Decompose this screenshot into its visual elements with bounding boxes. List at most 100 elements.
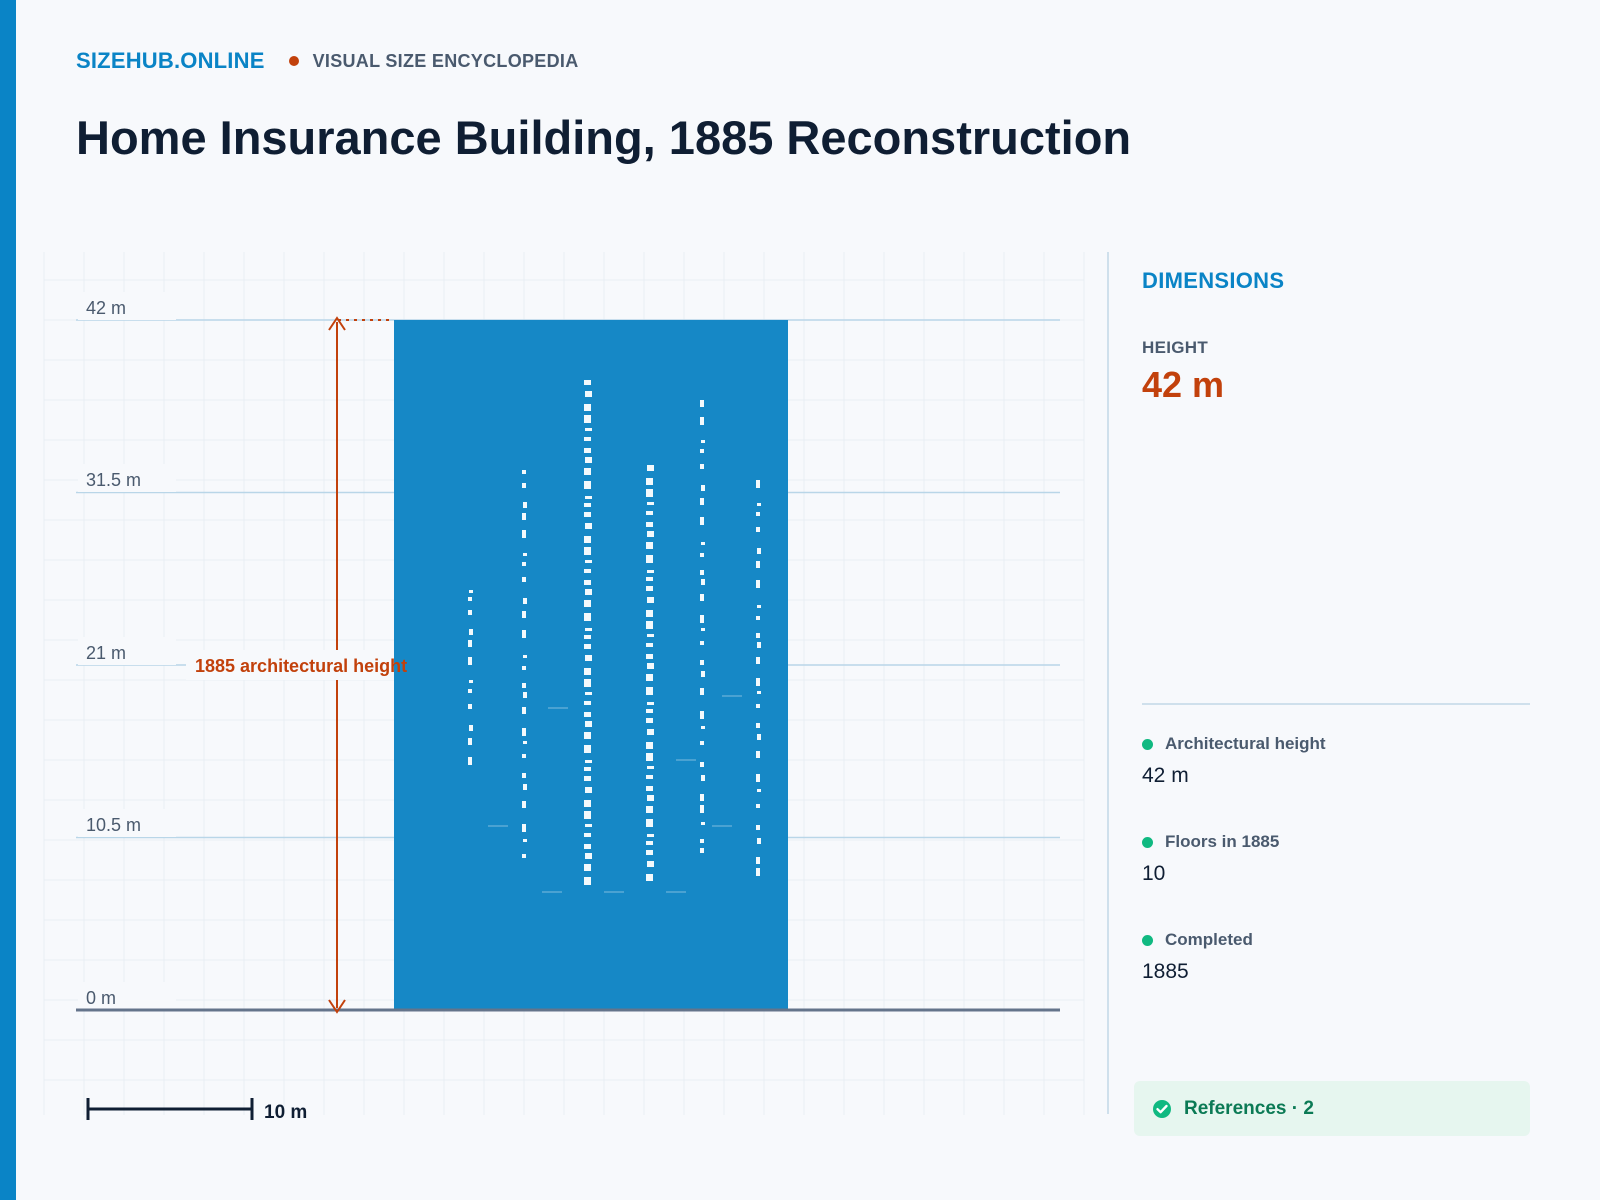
window <box>756 580 760 588</box>
window <box>700 805 704 813</box>
window <box>468 597 472 601</box>
tick-label-10-5: 10.5 m <box>78 809 176 837</box>
stat-value: 1885 <box>1142 960 1189 983</box>
window <box>646 654 653 659</box>
dimension-indicator: 1885 architectural height <box>186 316 407 1014</box>
window <box>646 742 653 749</box>
window <box>756 751 760 758</box>
window <box>522 483 526 488</box>
window <box>700 688 704 695</box>
window <box>700 839 704 843</box>
references-button[interactable]: References · 2 <box>1134 1081 1530 1136</box>
window <box>584 448 591 453</box>
window <box>757 789 761 792</box>
window <box>646 610 653 617</box>
window <box>522 562 526 566</box>
tick-label-31-5: 31.5 m <box>78 464 176 492</box>
window <box>584 844 591 849</box>
window <box>757 642 761 648</box>
window <box>585 721 592 727</box>
window <box>646 819 653 827</box>
window <box>647 729 654 735</box>
window <box>522 470 526 474</box>
window <box>522 530 526 538</box>
panel-rule <box>1142 703 1530 705</box>
window <box>700 498 704 505</box>
window <box>584 767 591 771</box>
window <box>701 775 705 781</box>
window <box>468 738 472 745</box>
window <box>584 712 591 717</box>
window <box>647 597 654 603</box>
window <box>701 579 705 585</box>
window <box>700 711 704 719</box>
scale-bar-label: 10 m <box>264 1102 307 1123</box>
window <box>522 824 526 832</box>
window <box>469 629 473 635</box>
window <box>584 701 591 705</box>
check-circle-icon <box>1152 1099 1172 1119</box>
window <box>646 753 653 761</box>
window <box>700 570 704 575</box>
window <box>647 663 654 669</box>
window <box>757 734 761 740</box>
window <box>646 478 653 485</box>
window <box>585 824 592 827</box>
window <box>756 804 760 808</box>
window <box>646 522 653 527</box>
window <box>756 857 760 864</box>
window <box>522 513 526 520</box>
window <box>701 542 705 545</box>
window <box>700 594 704 601</box>
window <box>584 745 591 753</box>
window <box>584 644 591 649</box>
stat-value: 42 m <box>1142 764 1189 787</box>
window <box>584 668 591 675</box>
svg-text:31.5 m: 31.5 m <box>86 470 141 490</box>
window <box>468 704 472 709</box>
window <box>468 757 472 765</box>
window <box>523 502 527 508</box>
window <box>584 380 591 385</box>
window <box>522 630 526 638</box>
window <box>522 801 526 808</box>
window <box>756 774 760 782</box>
height-diagram: 0 m 10.5 m 21 m 31.5 m 42 m 1885 archite… <box>43 252 1085 1123</box>
window <box>756 723 760 728</box>
window <box>757 503 761 506</box>
window <box>700 794 704 801</box>
window <box>647 861 654 867</box>
window <box>701 822 705 825</box>
window <box>701 726 705 729</box>
status-dot-icon <box>1142 934 1153 946</box>
window <box>647 502 654 505</box>
window <box>584 547 591 555</box>
window <box>584 536 591 543</box>
window <box>700 660 704 665</box>
window <box>584 776 591 781</box>
window <box>584 811 591 819</box>
window <box>469 590 473 593</box>
window <box>756 561 760 568</box>
window <box>700 762 704 767</box>
window <box>646 586 653 591</box>
window <box>701 440 705 443</box>
window <box>647 702 654 705</box>
window <box>584 679 591 687</box>
window <box>522 683 526 688</box>
window <box>646 674 653 681</box>
svg-text:21 m: 21 m <box>86 643 126 663</box>
window <box>522 728 526 736</box>
building-silhouette <box>394 320 788 1010</box>
window <box>756 825 760 830</box>
window <box>584 404 591 411</box>
window <box>585 655 592 661</box>
window <box>647 834 654 837</box>
window <box>700 400 704 407</box>
svg-text:42 m: 42 m <box>86 298 126 318</box>
window <box>757 605 761 608</box>
window <box>584 877 591 885</box>
stat-label: Architectural height <box>1165 734 1326 753</box>
window <box>647 465 654 471</box>
window <box>646 718 653 723</box>
